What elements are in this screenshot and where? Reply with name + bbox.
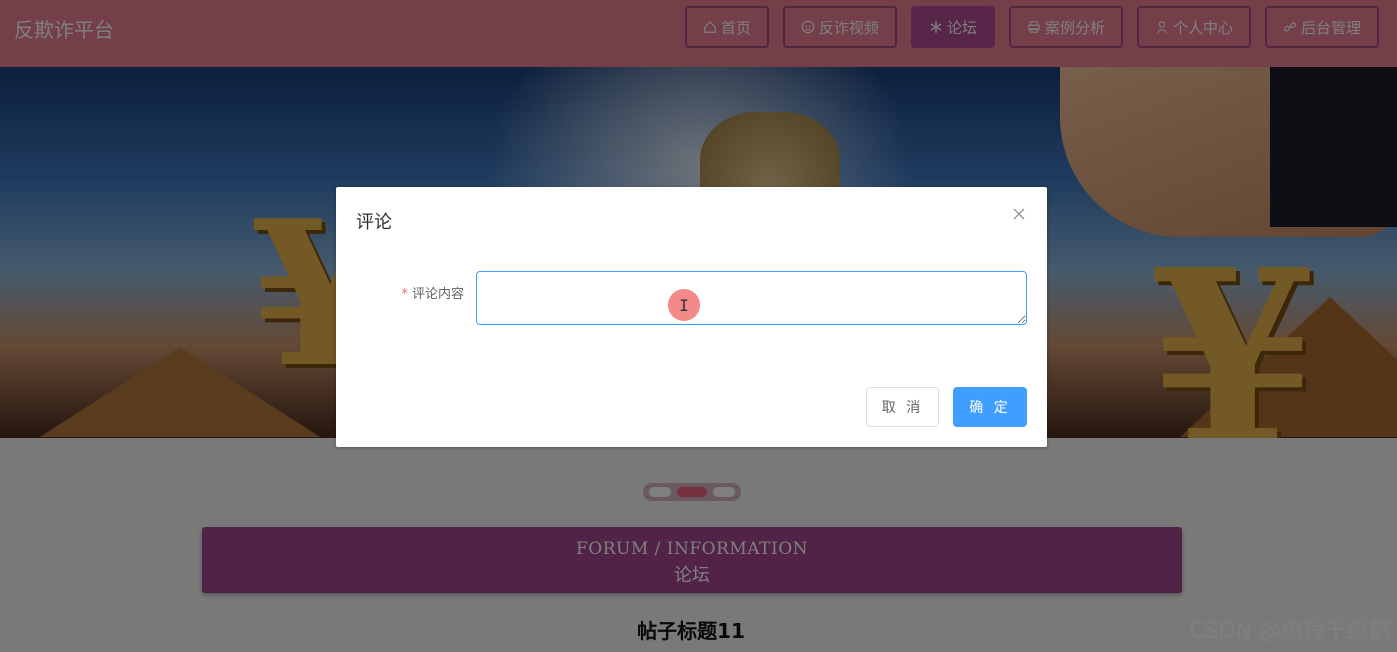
comment-field-label: * 评论内容 — [366, 283, 464, 302]
comment-textarea[interactable] — [476, 271, 1027, 325]
comment-dialog: 评论 * 评论内容 I 取 消 确 定 — [336, 187, 1047, 447]
mouse-cursor-indicator: I — [668, 289, 700, 321]
comment-field-label-text: 评论内容 — [411, 287, 464, 302]
confirm-button[interactable]: 确 定 — [953, 387, 1027, 427]
close-icon[interactable] — [1012, 207, 1026, 221]
dialog-title: 评论 — [356, 212, 392, 233]
required-mark: * — [401, 287, 408, 302]
cancel-button[interactable]: 取 消 — [866, 387, 939, 427]
